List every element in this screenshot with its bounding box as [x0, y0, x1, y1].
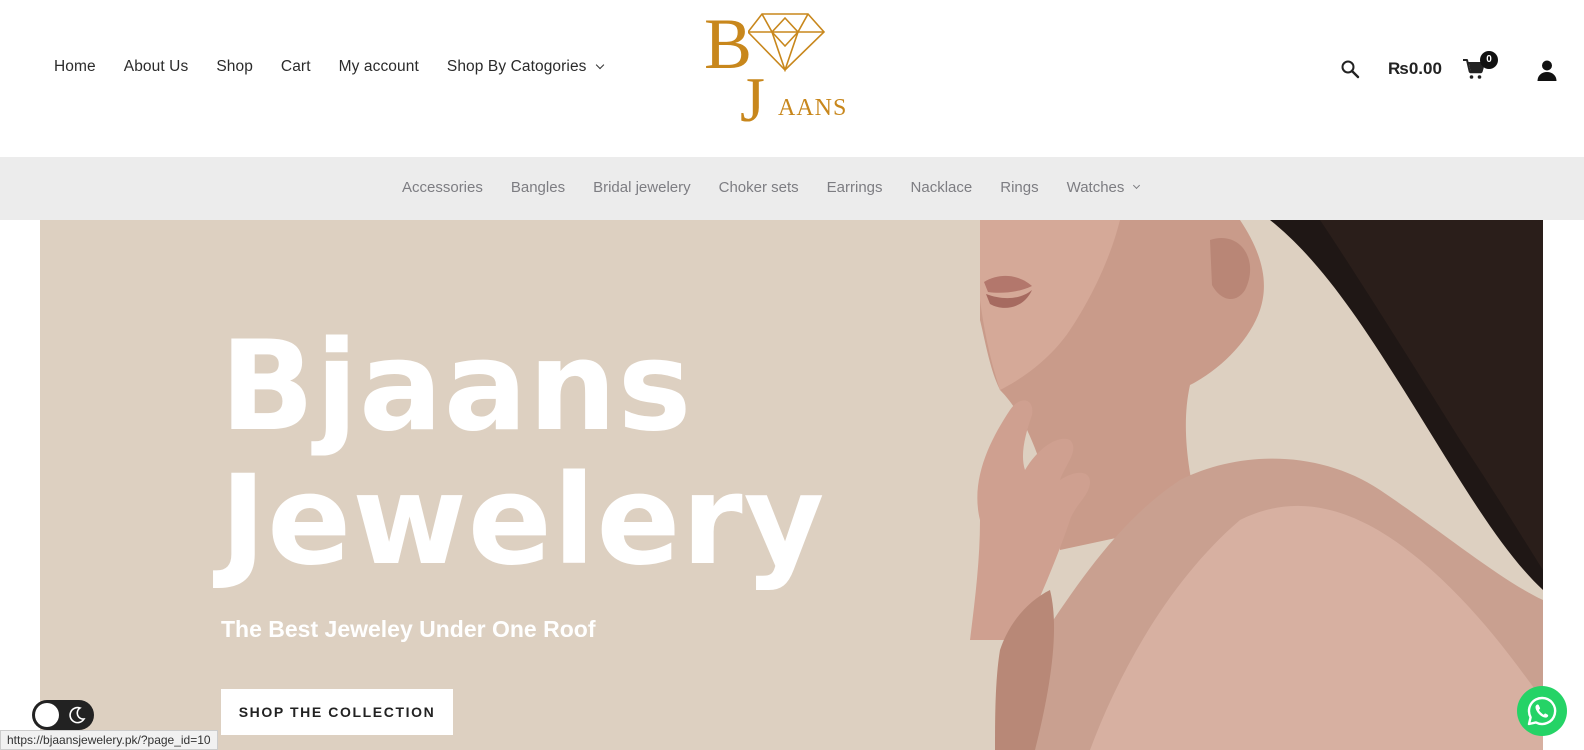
category-bridal-jewelery-link[interactable]: Bridal jewelery — [593, 179, 691, 196]
logo-letter-j: J — [740, 64, 765, 135]
category-nav: Accessories Bangles Bridal jewelery Chok… — [402, 179, 1141, 196]
toggle-knob — [35, 703, 59, 727]
hero-title-line-1: Bjaans — [220, 315, 693, 459]
category-rings-link[interactable]: Rings — [1000, 179, 1038, 196]
category-watches-menu[interactable]: Watches — [1066, 179, 1141, 196]
nav-cart-link[interactable]: Cart — [281, 58, 311, 76]
search-icon[interactable] — [1340, 59, 1360, 79]
moon-icon — [69, 706, 86, 724]
category-watches-label: Watches — [1066, 179, 1125, 196]
cart-count-badge: 0 — [1480, 51, 1498, 69]
hero-title: Bjaans Jewelery — [220, 320, 825, 588]
category-nacklace-link[interactable]: Nacklace — [911, 179, 973, 196]
main-nav: Home About Us Shop Cart My account Shop … — [54, 58, 604, 76]
hero-subtitle: The Best Jeweley Under One Roof — [221, 616, 596, 642]
logo-text: AANS — [778, 95, 848, 121]
nav-home-link[interactable]: Home — [54, 58, 96, 76]
header-actions: ₨0.00 0 — [1304, 51, 1584, 85]
category-bar: Accessories Bangles Bridal jewelery Chok… — [0, 157, 1584, 220]
category-accessories-link[interactable]: Accessories — [402, 179, 483, 196]
account-icon[interactable] — [1536, 59, 1558, 81]
hero-model-image — [970, 220, 1543, 750]
nav-shop-link[interactable]: Shop — [216, 58, 253, 76]
nav-my-account-link[interactable]: My account — [339, 58, 419, 76]
category-earrings-link[interactable]: Earrings — [827, 179, 883, 196]
nav-about-link[interactable]: About Us — [124, 58, 189, 76]
category-choker-sets-link[interactable]: Choker sets — [719, 179, 799, 196]
chevron-down-icon — [595, 60, 604, 70]
hero-banner: Bjaans Jewelery The Best Jeweley Under O… — [40, 220, 1543, 750]
site-logo[interactable]: B J AANS — [702, 8, 852, 135]
cart-total[interactable]: ₨0.00 — [1388, 59, 1442, 79]
dark-mode-toggle[interactable] — [32, 700, 94, 730]
nav-shop-by-categories-menu[interactable]: Shop By Catogories — [446, 58, 604, 76]
diamond-logo-icon — [748, 13, 826, 72]
category-bangles-link[interactable]: Bangles — [511, 179, 565, 196]
status-bar-url: https://bjaansjewelery.pk/?page_id=10 — [0, 730, 218, 750]
nav-shop-by-categories-label: Shop By Catogories — [446, 58, 587, 75]
chevron-down-icon — [1133, 181, 1141, 190]
whatsapp-icon — [1527, 696, 1557, 726]
whatsapp-chat-button[interactable] — [1517, 686, 1567, 736]
hero-title-line-2: Jewelery — [220, 449, 826, 593]
shop-the-collection-button[interactable]: SHOP THE COLLECTION — [221, 689, 453, 735]
site-header: Home About Us Shop Cart My account Shop … — [0, 0, 1584, 157]
